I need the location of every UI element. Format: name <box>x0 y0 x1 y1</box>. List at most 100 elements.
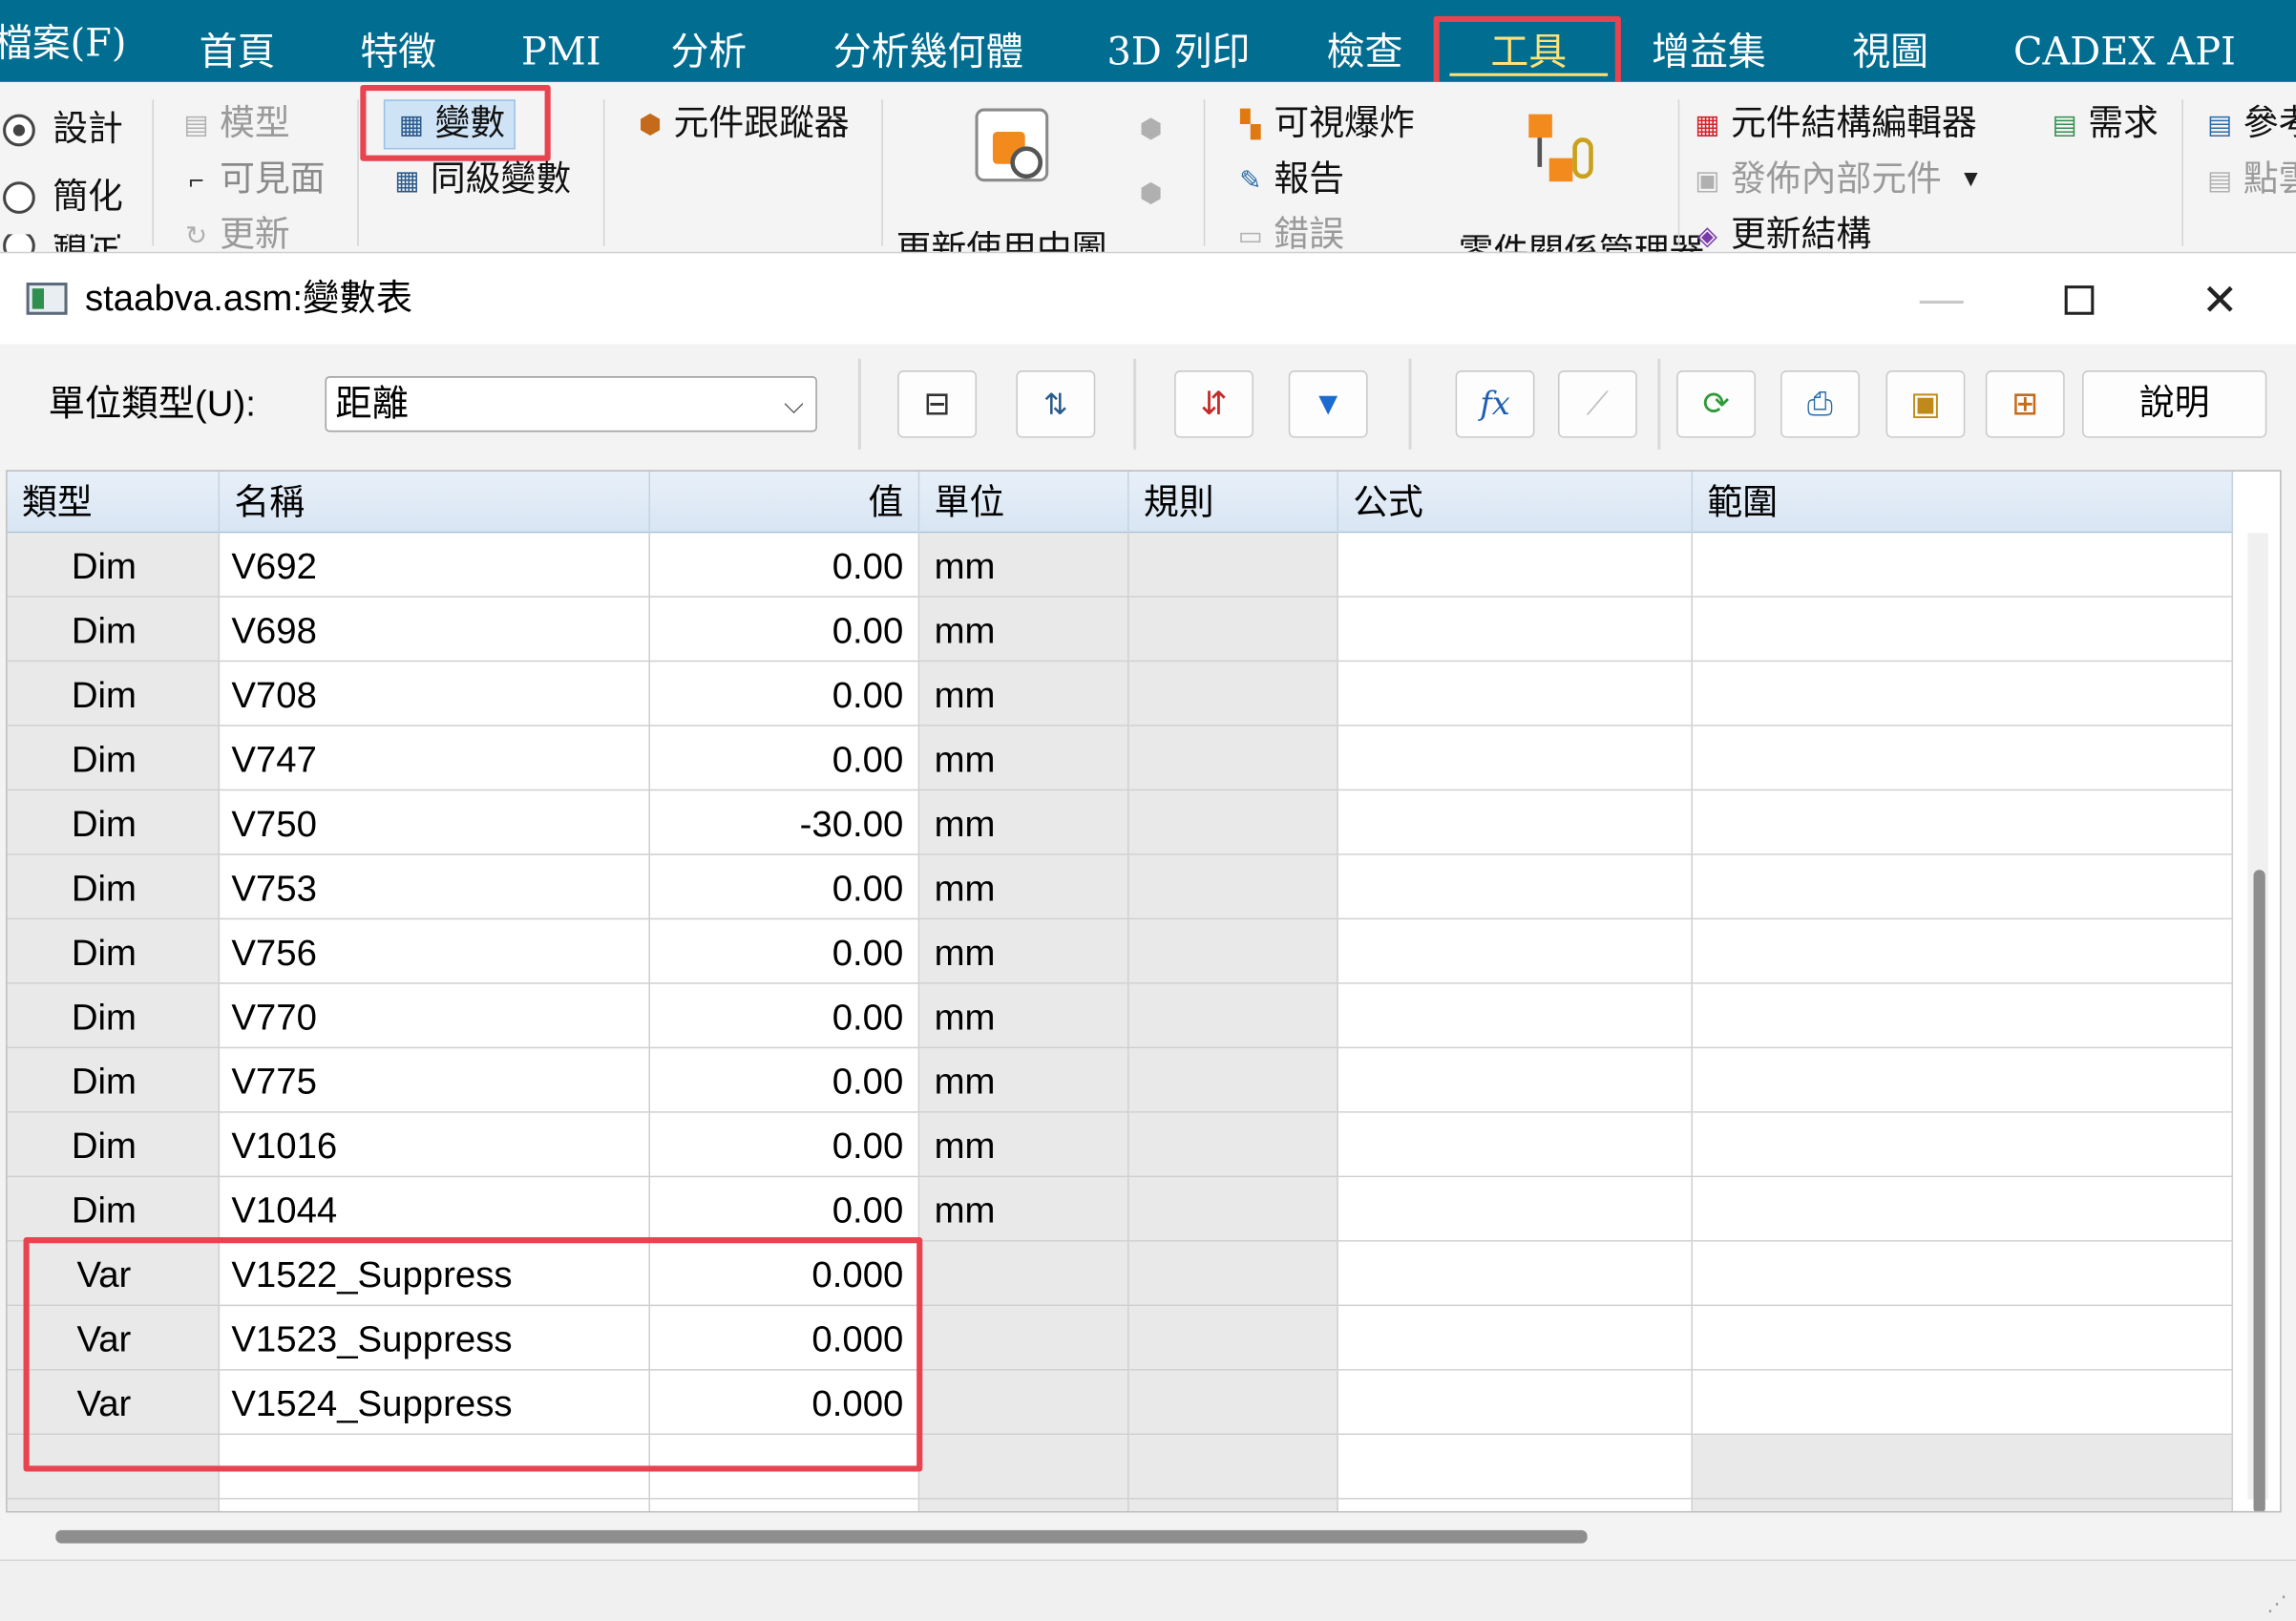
table-row[interactable]: Dim V698 0.00 mm <box>7 597 2234 663</box>
reference-button[interactable]: ▤ 參考 <box>2202 102 2296 146</box>
cell-formula[interactable] <box>1338 662 1694 726</box>
filter-button[interactable]: ▼ <box>1288 370 1368 438</box>
sort-list-button[interactable]: ⇵ <box>1174 370 1253 438</box>
table-row[interactable]: Var V1522_Suppress 0.000 <box>7 1241 2234 1307</box>
table-row[interactable] <box>7 1435 2234 1500</box>
cell-value[interactable]: 0.00 <box>650 533 920 598</box>
menu-home[interactable]: 首頁 <box>200 30 276 76</box>
column-header-formula[interactable]: 公式 <box>1338 471 1694 534</box>
column-header-value[interactable]: 值 <box>650 471 920 534</box>
table-row[interactable]: Dim V692 0.00 mm <box>7 533 2234 598</box>
cell-formula[interactable] <box>1338 983 1694 1049</box>
export-button[interactable]: ▣ <box>1885 370 1966 438</box>
print-button[interactable]: ⎙ <box>1780 370 1860 438</box>
vertical-scroll-thumb[interactable] <box>2253 870 2265 1511</box>
cell-value[interactable] <box>650 1499 920 1511</box>
cell-value[interactable]: 0.00 <box>650 726 920 791</box>
table-row[interactable]: Dim V750 -30.00 mm <box>7 790 2234 855</box>
horizontal-scroll-thumb[interactable] <box>55 1529 1588 1544</box>
visible-faces-button[interactable]: ⌐ 可見面 <box>179 158 325 202</box>
cell-value[interactable]: 0.00 <box>650 854 920 920</box>
insert-button[interactable]: ⊞ <box>1985 370 2065 438</box>
menu-features[interactable]: 特徵 <box>360 30 436 76</box>
table-row[interactable]: Dim V756 0.00 mm <box>7 919 2234 984</box>
cell-value[interactable]: -30.00 <box>650 790 920 855</box>
cell-value[interactable]: 0.00 <box>650 1112 920 1178</box>
table-row[interactable]: Dim V753 0.00 mm <box>7 854 2234 920</box>
cell-formula[interactable] <box>1338 1048 1694 1113</box>
cell-formula[interactable] <box>1338 919 1694 984</box>
component-tracker-button[interactable]: ⬢ 元件跟蹤器 <box>633 102 850 146</box>
table-row[interactable]: Dim V1044 0.00 mm <box>7 1177 2234 1242</box>
small-tool-1[interactable]: ⬢ <box>1133 112 1169 147</box>
menu-file[interactable]: 檔案(F) <box>0 20 126 67</box>
menu-analysis[interactable]: 分析 <box>670 30 747 76</box>
publish-internal-components-button[interactable]: ▣ 發佈內部元件 ▼ <box>1690 158 1982 202</box>
cell-formula[interactable] <box>1338 726 1694 791</box>
menu-3d-print[interactable]: 3D 列印 <box>1107 30 1251 76</box>
table-row[interactable]: Dim V770 0.00 mm <box>7 983 2234 1049</box>
cell-value[interactable]: 0.00 <box>650 1048 920 1113</box>
formula-button[interactable]: fx <box>1455 370 1535 438</box>
help-button[interactable]: 說明 <box>2082 370 2267 438</box>
column-header-rule[interactable]: 規則 <box>1129 471 1338 534</box>
table-row[interactable]: Dim V1016 0.00 mm <box>7 1112 2234 1178</box>
mode-simplify-option[interactable]: 簡化 <box>3 176 123 220</box>
vertical-scrollbar[interactable] <box>2247 533 2268 1511</box>
cell-formula[interactable] <box>1338 597 1694 663</box>
menu-view[interactable]: 視圖 <box>1852 30 1928 76</box>
table-row[interactable]: Dim V775 0.00 mm <box>7 1048 2234 1113</box>
cell-value[interactable] <box>650 1435 920 1500</box>
point-cloud-button[interactable]: ▤ 點雲 <box>2202 158 2296 202</box>
visual-explode-button[interactable]: ▚ 可視爆炸 <box>1232 102 1414 146</box>
requirements-button[interactable]: ▤ 需求 <box>2047 102 2159 146</box>
table-row[interactable]: Dim V708 0.00 mm <box>7 662 2234 726</box>
cell-formula[interactable] <box>1338 1112 1694 1178</box>
cell-value[interactable]: 0.00 <box>650 597 920 663</box>
column-header-unit[interactable]: 單位 <box>919 471 1129 534</box>
cell-formula[interactable] <box>1338 1241 1694 1307</box>
table-row[interactable]: Var V1524_Suppress 0.000 <box>7 1370 2234 1436</box>
cell-formula[interactable] <box>1338 1370 1694 1436</box>
menu-tools[interactable]: 工具 <box>1449 30 1609 76</box>
cell-value[interactable]: 0.000 <box>650 1241 920 1307</box>
cell-formula[interactable] <box>1338 533 1694 598</box>
cell-value[interactable]: 0.000 <box>650 1306 920 1371</box>
cell-value[interactable]: 0.000 <box>650 1370 920 1436</box>
maximize-button[interactable] <box>2035 268 2123 332</box>
table-row[interactable]: Dim V747 0.00 mm <box>7 726 2234 791</box>
mode-design-option[interactable]: 設計 <box>3 109 123 153</box>
small-tool-2[interactable]: ⬢ <box>1133 176 1169 211</box>
variables-button[interactable]: ▦ 變數 <box>383 99 516 150</box>
cell-formula[interactable] <box>1338 1435 1694 1500</box>
menu-analysis-geometry[interactable]: 分析幾何體 <box>833 30 1023 76</box>
column-header-name[interactable]: 名稱 <box>220 471 651 534</box>
tree-view-button[interactable]: ⊟ <box>897 370 978 438</box>
report-button[interactable]: ✎ 報告 <box>1232 158 1344 202</box>
cell-formula[interactable] <box>1338 790 1694 855</box>
disabled-tool-button[interactable]: ⟋ <box>1557 370 1637 438</box>
cell-formula[interactable] <box>1338 1177 1694 1242</box>
sibling-variables-button[interactable]: ▦ 同級變數 <box>390 158 571 202</box>
resize-grip-icon[interactable]: ⋰ <box>2266 1591 2286 1616</box>
column-header-range[interactable]: 範圍 <box>1693 471 2234 534</box>
minimize-button[interactable]: — <box>1898 268 1986 332</box>
cell-value[interactable]: 0.00 <box>650 662 920 726</box>
menu-inspect[interactable]: 檢查 <box>1327 30 1403 76</box>
table-row[interactable] <box>7 1499 2234 1511</box>
dialog-titlebar[interactable]: staabva.asm:變數表 — ✕ <box>0 253 2296 345</box>
menu-pmi[interactable]: PMI <box>521 30 600 76</box>
table-row[interactable]: Var V1523_Suppress 0.000 <box>7 1306 2234 1371</box>
refresh-button[interactable]: ⟳ <box>1676 370 1757 438</box>
menu-addins[interactable]: 增益集 <box>1652 30 1766 76</box>
component-structure-editor-button[interactable]: ▦ 元件結構編輯器 <box>1690 102 1976 146</box>
cell-formula[interactable] <box>1338 1499 1694 1511</box>
close-button[interactable]: ✕ <box>2176 268 2264 332</box>
cell-formula[interactable] <box>1338 854 1694 920</box>
model-button[interactable]: ▤ 模型 <box>179 102 289 146</box>
cell-value[interactable]: 0.00 <box>650 1177 920 1242</box>
cell-formula[interactable] <box>1338 1306 1694 1371</box>
sort-button[interactable]: ⇅ <box>1016 370 1096 438</box>
cell-value[interactable]: 0.00 <box>650 919 920 984</box>
menu-cadex-api[interactable]: CADEX API <box>2013 30 2236 76</box>
